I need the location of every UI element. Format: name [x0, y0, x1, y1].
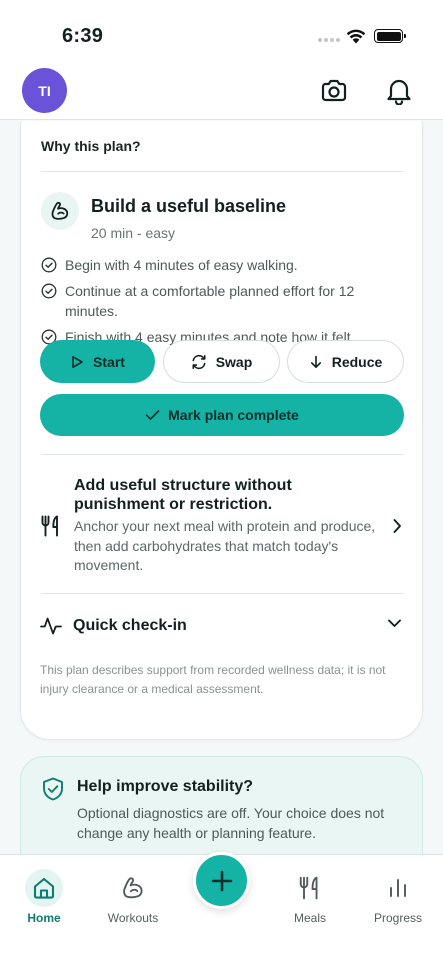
- add-button[interactable]: [193, 852, 250, 909]
- tab-meals[interactable]: Meals: [270, 855, 350, 935]
- check-circle-icon: [41, 257, 57, 273]
- camera-icon: [321, 79, 347, 102]
- tab-icon-wrap: [25, 869, 63, 907]
- tab-progress-label: Progress: [373, 911, 423, 925]
- plan-step-text: Begin with 4 minutes of easy walking.: [65, 257, 298, 273]
- fork-knife-icon: [41, 515, 58, 537]
- stability-body: Optional diagnostics are off. Your choic…: [77, 805, 385, 841]
- play-icon: [72, 355, 83, 368]
- plan-duration: 20 min - easy: [91, 225, 176, 241]
- status-time: 6:39: [62, 25, 104, 47]
- wifi-icon: [346, 29, 366, 44]
- battery-icon: [374, 29, 406, 43]
- mark-plan-complete-label: Mark plan complete: [168, 407, 299, 423]
- reduce-label: Reduce: [331, 353, 383, 370]
- workout-icon-badge: [41, 192, 79, 230]
- plan-step: Continue at a comfortable planned effort…: [41, 281, 391, 321]
- swap-label: Swap: [215, 353, 253, 370]
- tab-home[interactable]: Home: [4, 855, 84, 935]
- checkmark-icon: [145, 410, 160, 420]
- tab-home-label: Home: [27, 911, 61, 925]
- why-this-plan-heading: Why this plan?: [41, 138, 141, 154]
- chevron-down-icon: [388, 619, 401, 627]
- bottom-tab-bar: Home Workouts Meals Progress: [0, 852, 443, 960]
- flex-arm-icon: [51, 201, 69, 220]
- nutrition-suggestion-row[interactable]: Add useful structure without punishment …: [40, 456, 404, 593]
- plan-step-text: Continue at a comfortable planned effort…: [65, 283, 355, 319]
- notifications-button[interactable]: [383, 75, 415, 107]
- tab-workouts[interactable]: Workouts: [93, 855, 173, 935]
- stability-title: Help improve stability?: [77, 778, 254, 795]
- plan-disclaimer: This plan describes support from recorde…: [40, 663, 386, 696]
- home-icon: [33, 877, 55, 899]
- status-bar: 6:39: [0, 0, 443, 62]
- shield-check-icon: [43, 777, 63, 801]
- pulse-icon: [40, 617, 62, 635]
- quick-check-in-label: Quick check-in: [73, 617, 187, 634]
- chevron-right-icon: [393, 519, 401, 533]
- fork-knife-icon: [299, 876, 318, 900]
- tab-meals-label: Meals: [293, 911, 326, 925]
- divider: [41, 171, 404, 172]
- stability-card: Help improve stability? Optional diagnos…: [20, 756, 423, 854]
- nutrition-body: Anchor your next meal with protein and p…: [74, 518, 376, 573]
- start-button[interactable]: Start: [40, 340, 155, 383]
- start-label: Start: [93, 353, 125, 370]
- swap-button[interactable]: Swap: [163, 340, 280, 383]
- arrow-down-icon: [310, 355, 321, 368]
- avatar[interactable]: TI: [22, 68, 67, 113]
- divider: [41, 454, 404, 455]
- check-circle-icon: [41, 283, 57, 299]
- app-header: TI: [0, 62, 443, 120]
- tab-icon-wrap: [379, 869, 417, 907]
- bell-icon: [387, 79, 411, 105]
- swap-icon: [192, 354, 206, 369]
- cellular-signal-icon: [318, 38, 340, 42]
- plus-icon: [211, 870, 232, 891]
- camera-button[interactable]: [318, 75, 350, 107]
- tab-workouts-label: Workouts: [107, 911, 159, 925]
- reduce-button[interactable]: Reduce: [287, 340, 404, 383]
- nutrition-title: Add useful structure without punishment …: [74, 477, 292, 513]
- bar-chart-icon: [390, 879, 406, 897]
- flex-arm-icon: [123, 877, 143, 899]
- tab-progress[interactable]: Progress: [358, 855, 438, 935]
- tab-icon-wrap: [291, 869, 329, 907]
- plan-name: Build a useful baseline: [91, 196, 287, 216]
- mark-plan-complete-button[interactable]: Mark plan complete: [40, 394, 404, 436]
- scroll-content[interactable]: Why this plan? Build a useful baseline 2…: [0, 121, 443, 854]
- plan-step: Begin with 4 minutes of easy walking.: [41, 255, 391, 275]
- tab-icon-wrap: [114, 869, 152, 907]
- plan-card: Why this plan? Build a useful baseline 2…: [20, 121, 423, 740]
- plan-steps-list: Begin with 4 minutes of easy walking. Co…: [41, 255, 391, 353]
- quick-check-in-toggle[interactable]: Quick check-in: [40, 594, 404, 656]
